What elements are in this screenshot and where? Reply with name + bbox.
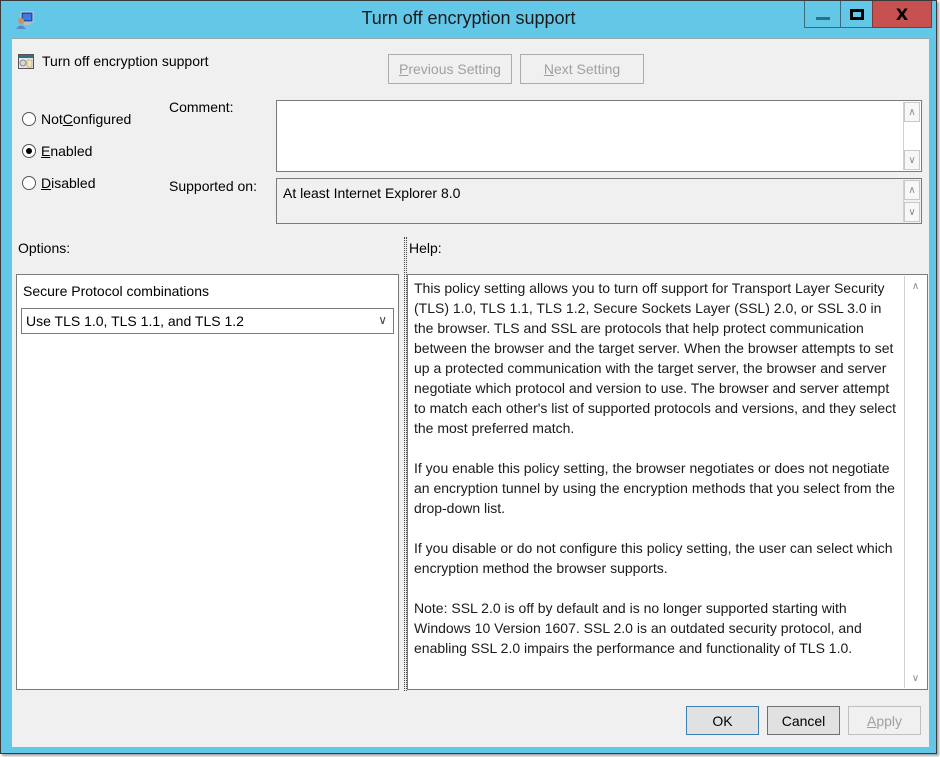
setting-header: Turn off encryption support: [18, 53, 209, 69]
radio-label-post: onfigured: [72, 111, 132, 127]
scroll-up-icon[interactable]: ∧: [904, 180, 920, 200]
radio-button[interactable]: [22, 112, 36, 126]
chevron-down-icon: ∨: [378, 313, 387, 327]
help-text: This policy setting allows you to turn o…: [414, 278, 901, 678]
radio-button-checked[interactable]: [22, 144, 36, 158]
supported-on-label: Supported on:: [169, 178, 257, 194]
radio-label-accel: E: [41, 143, 51, 159]
previous-label: revious Setting: [408, 61, 501, 77]
options-label: Options:: [18, 240, 71, 256]
help-paragraph: If you disable or do not configure this …: [414, 540, 893, 576]
minimize-icon: [815, 16, 830, 20]
dialog-client-area: Turn off encryption support Previous Set…: [12, 38, 929, 747]
radio-label-post: nabled: [50, 143, 93, 159]
help-panel: This policy setting allows you to turn o…: [407, 274, 928, 690]
supported-scrollbar[interactable]: ∧ ∨: [903, 180, 920, 222]
help-label: Help:: [409, 240, 442, 256]
window-title: Turn off encryption support: [361, 8, 576, 28]
next-setting-button[interactable]: Next Setting: [520, 54, 644, 84]
close-button[interactable]: X: [872, 1, 932, 28]
radio-label-accel: D: [41, 175, 52, 191]
dialog-window: Turn off encryption support X Turn off e…: [0, 0, 937, 754]
comment-textarea[interactable]: ∧ ∨: [276, 100, 922, 172]
setting-title: Turn off encryption support: [42, 53, 209, 69]
help-scrollbar[interactable]: ∧ ∨: [904, 276, 926, 688]
supported-on-field: At least Internet Explorer 8.0 ∧ ∨: [276, 178, 922, 224]
radio-not-configured[interactable]: Not Configured: [22, 103, 131, 135]
help-paragraph: This policy setting allows you to turn o…: [414, 280, 897, 436]
comment-scrollbar[interactable]: ∧ ∨: [903, 102, 920, 170]
policy-setting-icon: [18, 53, 34, 69]
apply-accel: A: [866, 712, 877, 729]
radio-button[interactable]: [22, 176, 36, 190]
next-accel: N: [543, 61, 554, 77]
protocol-dropdown-value: Use TLS 1.0, TLS 1.1, and TLS 1.2: [26, 313, 244, 329]
close-icon: X: [895, 4, 909, 24]
protocol-dropdown[interactable]: Use TLS 1.0, TLS 1.1, and TLS 1.2 ∨: [21, 308, 394, 334]
scroll-down-icon[interactable]: ∨: [904, 202, 920, 222]
title-bar[interactable]: Turn off encryption support X: [1, 1, 936, 38]
scroll-down-icon[interactable]: ∨: [904, 150, 920, 170]
next-label: ext Setting: [553, 61, 621, 77]
previous-accel: P: [399, 61, 409, 77]
apply-label: pply: [876, 712, 903, 729]
previous-setting-button[interactable]: Previous Setting: [388, 54, 512, 84]
scroll-down-icon[interactable]: ∨: [905, 668, 926, 688]
radio-disabled[interactable]: Disabled: [22, 167, 131, 199]
comment-label: Comment:: [169, 99, 234, 115]
radio-label-pre: Not: [41, 111, 63, 127]
help-paragraph: If you enable this policy setting, the b…: [414, 460, 895, 516]
minimize-button[interactable]: [804, 1, 841, 28]
scroll-up-icon[interactable]: ∧: [904, 102, 920, 122]
scroll-up-icon[interactable]: ∧: [905, 276, 926, 296]
cancel-button[interactable]: Cancel: [767, 706, 840, 735]
maximize-button[interactable]: [840, 1, 873, 28]
radio-enabled[interactable]: Enabled: [22, 135, 131, 167]
radio-label-post: isabled: [51, 175, 96, 191]
maximize-icon: [849, 8, 864, 20]
apply-button[interactable]: Apply: [848, 706, 921, 735]
state-radio-group: Not Configured Enabled Disabled: [22, 103, 131, 199]
protocol-caption: Secure Protocol combinations: [23, 283, 209, 299]
radio-label-accel: C: [62, 111, 73, 127]
supported-on-value: At least Internet Explorer 8.0: [283, 185, 461, 201]
options-panel: Secure Protocol combinations Use TLS 1.0…: [16, 274, 399, 690]
ok-button[interactable]: OK: [686, 706, 759, 735]
help-paragraph: Note: SSL 2.0 is off by default and is n…: [414, 600, 862, 656]
